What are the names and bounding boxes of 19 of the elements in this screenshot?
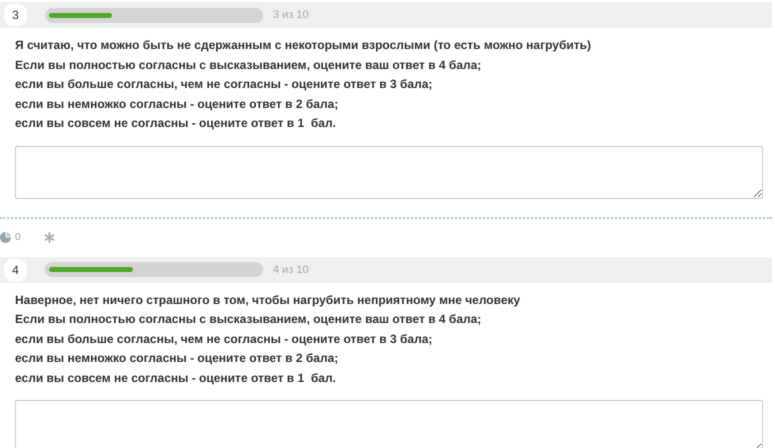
pie-chart-icon — [0, 232, 11, 243]
question-text: Наверное, нет ничего страшного в том, чтобы нагрубить неприятному мне человеку — [15, 292, 522, 308]
question-text: если вы больше согласны, чем не согласны - оцените ответ в 3 бала; — [15, 76, 434, 93]
question-text: Я считаю, что можно быть не сдержанным с некоторыми взрослыми (то есть можно нагрубить) — [15, 37, 592, 54]
question-text: Если вы полностью согласны с высказыванием, оцените ваш ответ в 4 бала; — [15, 56, 482, 74]
question-number: 3 — [4, 4, 27, 26]
count-label: 0 — [15, 232, 21, 243]
answer-field[interactable] — [15, 400, 763, 448]
progress-label: 3 из 10 — [273, 9, 309, 21]
asterisk-icon[interactable] — [44, 232, 55, 243]
question-text: если вы немножко согласны - оцените ответ в 2 бала; — [15, 96, 340, 112]
question-text: если вы больше согласны, чем не согласны - оцените ответ в 3 бала; — [15, 330, 434, 348]
answer-field[interactable] — [15, 146, 763, 198]
question-text: если вы совсем не согласны - оцените ответ в 1 бал. — [15, 370, 337, 386]
question-text: Если вы полностью согласны с высказыванием, оцените ваш ответ в 4 бала; — [15, 311, 482, 328]
progress-label: 4 из 10 — [273, 264, 309, 276]
question-number: 4 — [4, 258, 27, 280]
question-text: если вы немножко согласны - оцените ответ в 2 бала; — [15, 350, 340, 367]
question-text: если вы совсем не согласны - оцените ответ в 1 бал. — [15, 115, 337, 132]
